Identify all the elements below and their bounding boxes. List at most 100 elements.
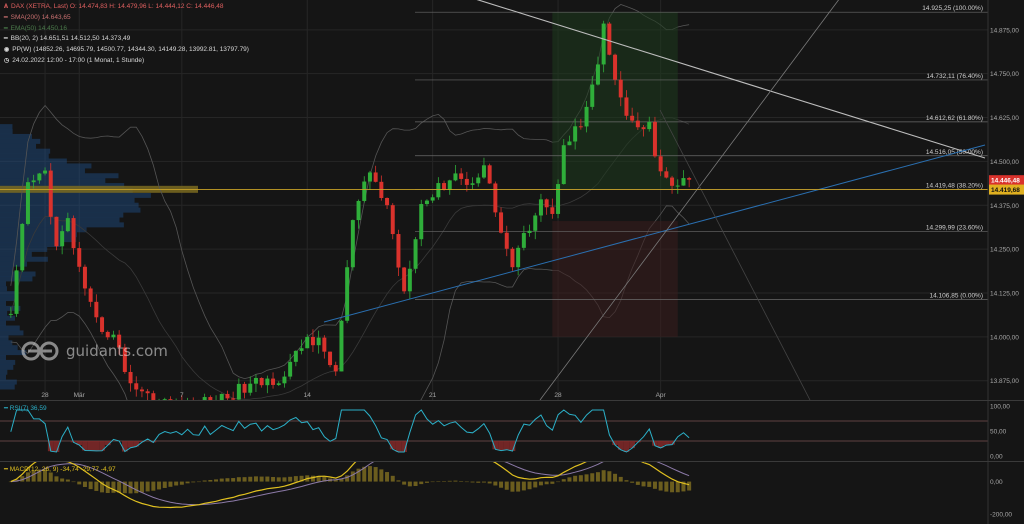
instrument-line: Ѧ DAX (XETRA, Last) O: 14.474,83 H: 14.47… [4,3,224,10]
candle-body [584,106,589,127]
macd-histogram-bar [641,481,646,487]
macd-histogram-bar [202,480,207,482]
candle-body [675,185,680,187]
y-tick-label: 14.000,00 [990,334,1019,341]
macd-chart-svg[interactable]: 0,00 -200,00 [0,462,1024,524]
candle-body [373,172,378,182]
candle-body [82,266,87,289]
volume-profile-bar [0,315,16,321]
candle-body [436,183,441,198]
macd-histogram-bar [54,476,59,482]
volume-profile-bar [0,364,14,370]
candle-body [453,173,458,181]
macd-histogram-bar [407,481,412,487]
macd-histogram-bar [214,479,219,482]
candle-body [54,216,59,247]
line-icon: ━ [4,36,8,43]
bb-legend: ━ BB(20, 2) 14.651,51 14.512,50 14.373,49 [4,35,131,43]
candle-body [430,197,435,201]
volume-profile-bar [0,158,67,164]
volume-profile-bar [0,300,6,306]
macd-legend: ━ MACD(12, 26, 9) -34,74 -29,77 -4,97 [4,466,116,473]
macd-histogram-bar [65,479,70,482]
volume-profile-bar [0,173,119,179]
x-tick-label: 7 [180,392,184,399]
candle-body [613,54,618,80]
macd-histogram-bar [419,481,424,485]
candle-body [345,267,350,321]
macd-tick-label: 0,00 [990,479,1003,486]
macd-histogram-bar [510,481,515,492]
candle-body [236,383,241,400]
macd-tick-label: -200,00 [990,512,1012,519]
channel-line [659,109,811,400]
candle-body [561,145,566,185]
macd-histogram-bar [504,481,509,490]
macd-histogram-bar [664,481,669,492]
x-tick-label: 28 [554,392,562,399]
macd-histogram-bar [242,477,247,482]
macd-histogram-bar [162,481,167,488]
fib-level-label: 14.925,25 (100.00%) [922,5,983,12]
candle-body [407,268,412,292]
macd-histogram-bar [521,481,526,491]
macd-histogram-bar [82,481,87,487]
macd-histogram-bar [533,481,538,488]
macd-histogram-bar [208,479,213,482]
volume-profile-bar [0,266,14,272]
macd-histogram-bar [618,476,623,482]
rsi-tick-label: 0,00 [990,454,1003,461]
main-chart-panel[interactable]: 14.925,25 (100.00%) 14.732,11 (76.40%) 14.… [0,0,1024,400]
macd-histogram-bar [550,481,555,484]
macd-histogram-bar [276,477,281,482]
candle-body [333,365,338,372]
candle-body [647,121,652,130]
rsi-oversold-fill [133,441,140,447]
candle-body [48,170,53,217]
candle-body [367,172,372,182]
candle-body [322,337,327,352]
volume-profile-bar [0,320,6,326]
macd-histogram-bar [94,481,99,491]
volume-profile-bar [0,237,77,243]
candle-body [293,350,298,362]
candle-body [31,180,36,183]
macd-histogram-bar [578,475,583,482]
macd-histogram-bar [544,481,549,485]
rsi-oversold-fill [127,441,134,448]
candle-body [578,126,583,128]
macd-histogram-bar [373,467,378,482]
macd-histogram-bar [459,481,464,482]
clock-icon: ◷ [4,57,10,64]
macd-histogram-bar [271,476,276,482]
macd-histogram-bar [613,473,618,482]
volume-profile-bar [0,242,62,248]
rsi-oversold-fill [629,441,635,449]
candle-body [225,393,230,399]
rsi-panel[interactable]: 100,00 50,00 0,00 ━ RSI(7) 36,59 [0,401,1024,461]
x-tick-label: Mär [74,392,86,399]
candle-body [259,377,264,386]
candle-body [43,170,48,174]
candle-body [134,383,139,390]
line-icon: ━ [4,14,8,21]
volume-profile-bar [0,359,16,365]
candle-body [139,389,144,392]
macd-panel[interactable]: 0,00 -200,00 ━ MACD(12, 26, 9) -34,74 -29… [0,462,1024,524]
macd-histogram-bar [453,480,458,482]
candle-body [607,23,612,55]
volume-profile-bar [0,345,18,351]
rsi-chart-svg[interactable]: 100,00 50,00 0,00 [0,401,1024,461]
macd-histogram-bar [157,481,162,490]
candle-body [476,177,481,184]
macd-histogram-bar [282,477,287,482]
macd-histogram-bar [607,471,612,482]
volume-profile-bar [0,163,92,169]
candle-body [94,301,99,318]
macd-histogram-bar [219,478,224,482]
macd-histogram-bar [493,481,498,486]
candle-body [624,97,629,116]
macd-histogram-bar [379,469,384,482]
candle-body [670,177,675,186]
resistance-trendline [476,0,986,159]
